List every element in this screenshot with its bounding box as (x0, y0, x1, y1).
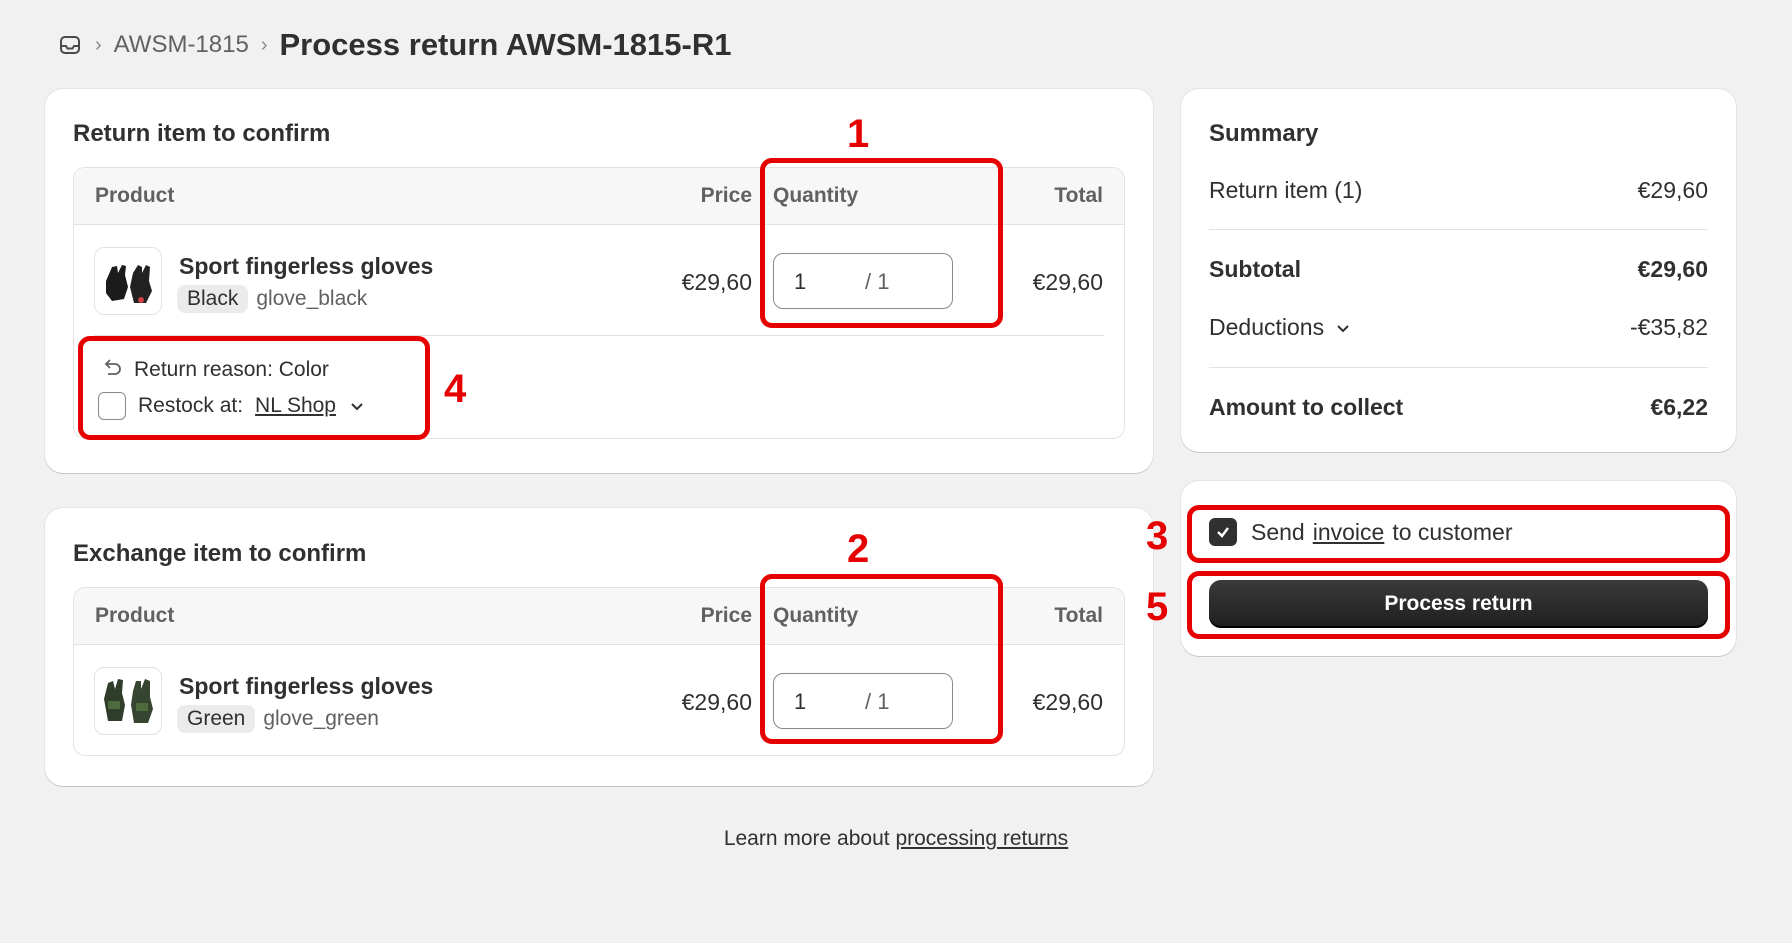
column-product: Product (95, 184, 175, 207)
annotation-number-4: 4 (444, 367, 467, 411)
item-total: €29,60 (1032, 269, 1103, 295)
inbox-icon[interactable] (57, 32, 83, 58)
return-card-title: Return item to confirm (73, 120, 331, 147)
footer-help: Learn more about processing returns (0, 827, 1792, 851)
annotation-box-3 (1187, 505, 1730, 563)
annotation-number-1: 1 (847, 112, 870, 156)
product-meta: Black glove_black (177, 285, 367, 313)
annotation-number-2: 2 (847, 527, 870, 571)
item-price: €29,60 (681, 689, 752, 715)
breadcrumb-separator: › (95, 33, 102, 56)
variant-badge: Green (177, 705, 256, 733)
amount-to-collect-row: Amount to collect €6,22 (1209, 394, 1708, 421)
column-price: Price (700, 184, 752, 207)
summary-return-item-row: Return item (1) €29,60 (1209, 177, 1708, 204)
annotation-box-1 (760, 158, 1003, 328)
breadcrumb: › AWSM-1815 › Process return AWSM-1815-R… (57, 26, 731, 64)
product-sku: glove_green (263, 707, 379, 730)
subtotal-label: Subtotal (1209, 256, 1301, 282)
item-price: €29,60 (681, 269, 752, 295)
return-item-label: Return item (1) (1209, 177, 1363, 203)
breadcrumb-separator: › (260, 33, 268, 56)
divider (1209, 229, 1708, 230)
subtotal-row: Subtotal €29,60 (1209, 256, 1708, 283)
processing-returns-link[interactable]: processing returns (895, 827, 1068, 850)
footer-text: Learn more about (723, 827, 890, 850)
return-item-value: €29,60 (1637, 177, 1708, 203)
deductions-value: -€35,82 (1629, 314, 1708, 340)
chevron-down-icon (1334, 319, 1352, 337)
item-total: €29,60 (1032, 689, 1103, 715)
product-name[interactable]: Sport fingerless gloves (179, 253, 433, 280)
product-meta: Green glove_green (177, 705, 379, 733)
column-total: Total (1054, 184, 1103, 207)
subtotal-value: €29,60 (1637, 256, 1708, 282)
product-name[interactable]: Sport fingerless gloves (179, 673, 433, 700)
page-title: Process return AWSM-1815-R1 (279, 27, 732, 62)
deductions-row: Deductions -€35,82 (1209, 314, 1708, 341)
annotation-box-5 (1187, 571, 1730, 639)
annotation-number-3: 3 (1146, 514, 1169, 558)
amount-value: €6,22 (1650, 394, 1708, 420)
summary-title: Summary (1209, 120, 1319, 147)
deductions-toggle[interactable]: Deductions (1209, 314, 1352, 341)
column-total: Total (1054, 604, 1103, 627)
variant-badge: Black (177, 285, 249, 313)
column-price: Price (700, 604, 752, 627)
amount-label: Amount to collect (1209, 394, 1404, 420)
product-thumbnail (94, 247, 162, 315)
deductions-label: Deductions (1209, 314, 1325, 340)
divider (1209, 367, 1708, 368)
annotation-box-4 (78, 336, 430, 440)
annotation-box-2 (760, 574, 1003, 744)
product-thumbnail (94, 667, 162, 735)
summary-card: Summary Return item (1) €29,60 Subtotal … (1181, 89, 1736, 452)
exchange-card-title: Exchange item to confirm (73, 540, 367, 567)
product-sku: glove_black (256, 287, 368, 310)
annotation-number-5: 5 (1146, 585, 1169, 629)
column-product: Product (95, 604, 175, 627)
breadcrumb-order-link[interactable]: AWSM-1815 (114, 31, 249, 59)
